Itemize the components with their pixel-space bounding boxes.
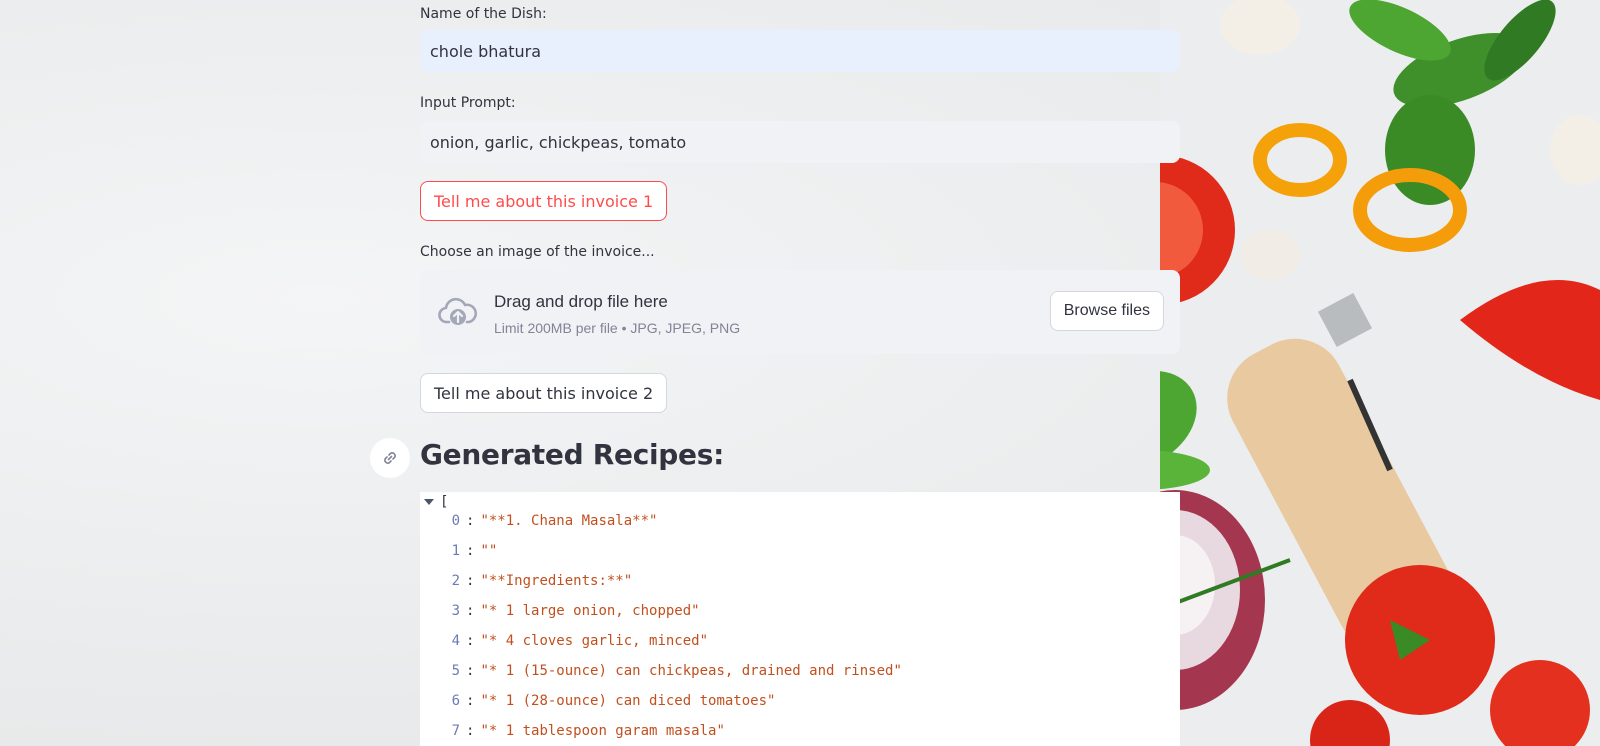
- json-item: 1 : "": [448, 543, 498, 559]
- json-value: "**Ingredients:**": [480, 573, 633, 589]
- json-item: 6 : "* 1 (28-ounce) can diced tomatoes": [448, 693, 776, 709]
- dish-input[interactable]: chole bhatura: [420, 30, 1180, 72]
- link-icon: [384, 452, 396, 464]
- json-index: 3: [451, 603, 460, 619]
- invoice-1-button[interactable]: Tell me about this invoice 1: [420, 181, 668, 221]
- json-item: 4 : "* 4 cloves garlic, minced": [448, 633, 708, 649]
- json-index: 1: [451, 543, 460, 559]
- json-value: "": [480, 543, 498, 559]
- json-value: "* 1 large onion, chopped": [480, 603, 700, 619]
- background-food-photo: [1160, 0, 1600, 746]
- json-index: 5: [451, 663, 460, 679]
- main-content: Name of the Dish: chole bhatura Input Pr…: [370, 0, 1180, 746]
- upload-label: Choose an image of the invoice...: [420, 244, 655, 260]
- prompt-input[interactable]: onion, garlic, chickpeas, tomato: [420, 121, 1180, 163]
- upload-title: Drag and drop file here: [494, 292, 668, 311]
- json-item: 3 : "* 1 large onion, chopped": [448, 603, 700, 619]
- json-value: "* 1 (28-ounce) can diced tomatoes": [480, 693, 776, 709]
- json-item: 5 : "* 1 (15-ounce) can chickpeas, drain…: [448, 663, 902, 679]
- json-root: [: [424, 494, 448, 510]
- vegetables-illustration: [1160, 0, 1600, 746]
- open-bracket: [: [440, 494, 449, 510]
- json-value: "**1. Chana Masala**": [480, 513, 658, 529]
- json-index: 2: [451, 573, 460, 589]
- json-value: "* 1 tablespoon garam masala": [480, 723, 725, 739]
- dish-label: Name of the Dish:: [420, 6, 547, 22]
- json-index: 7: [451, 723, 460, 739]
- file-dropzone[interactable]: Drag and drop file here Limit 200MB per …: [420, 270, 1180, 354]
- json-value: "* 4 cloves garlic, minced": [480, 633, 709, 649]
- json-item: 7 : "* 1 tablespoon garam masala": [448, 723, 725, 739]
- upload-limits: Limit 200MB per file • JPG, JPEG, PNG: [494, 320, 741, 336]
- collapse-caret-icon[interactable]: [424, 499, 434, 505]
- json-index: 6: [451, 693, 460, 709]
- browse-files-button[interactable]: Browse files: [1049, 291, 1164, 331]
- json-index: 4: [451, 633, 460, 649]
- invoice-2-button[interactable]: Tell me about this invoice 2: [420, 373, 668, 413]
- json-index: 0: [451, 513, 460, 529]
- generated-recipes-heading: Generated Recipes:: [420, 438, 725, 471]
- cloud-upload-icon: [438, 297, 478, 325]
- prompt-label: Input Prompt:: [420, 95, 516, 111]
- anchor-link-button[interactable]: [370, 438, 410, 478]
- json-item: 2 : "**Ingredients:**": [448, 573, 633, 589]
- json-viewer: [ 0 : "**1. Chana Masala**" 1 : "" 2 : "…: [420, 492, 1180, 746]
- json-value: "* 1 (15-ounce) can chickpeas, drained a…: [480, 663, 902, 679]
- json-item: 0 : "**1. Chana Masala**": [448, 513, 658, 529]
